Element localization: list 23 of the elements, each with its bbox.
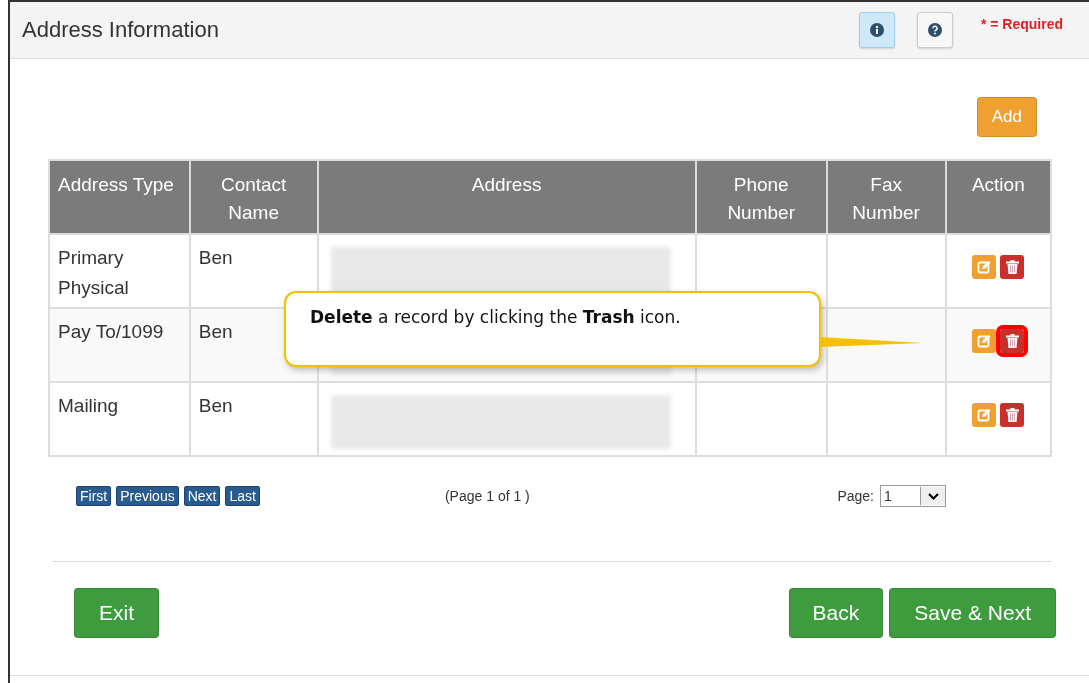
- column-header: Address: [317, 160, 696, 234]
- pager-button[interactable]: First: [76, 486, 112, 506]
- table-cell: Ben: [189, 382, 318, 456]
- pager-button[interactable]: Next: [183, 486, 221, 506]
- pager-button[interactable]: Last: [225, 486, 260, 506]
- column-header: Contact Name: [189, 160, 318, 234]
- required-note: * = Required: [980, 16, 1063, 32]
- exit-button[interactable]: Exit: [74, 588, 159, 638]
- column-header: Fax Number: [826, 160, 946, 234]
- table-cell: Mailing: [49, 382, 190, 456]
- column-header: Action: [945, 160, 1051, 234]
- page-title: Address Information: [22, 17, 220, 43]
- page-select[interactable]: 1: [880, 485, 946, 507]
- save-next-button[interactable]: Save & Next: [889, 588, 1056, 638]
- table-cell: Ben: [189, 234, 318, 308]
- back-button[interactable]: Back: [788, 588, 884, 638]
- table-cell: Primary Physical: [49, 234, 190, 308]
- table-cell: Pay To/1099: [49, 308, 190, 382]
- column-header: Address Type: [49, 160, 190, 234]
- page-status: (Page 1 of 1 ): [444, 488, 531, 504]
- page-label: Page:: [837, 488, 874, 504]
- pager-button[interactable]: Previous: [116, 486, 179, 506]
- column-header: Phone Number: [695, 160, 827, 234]
